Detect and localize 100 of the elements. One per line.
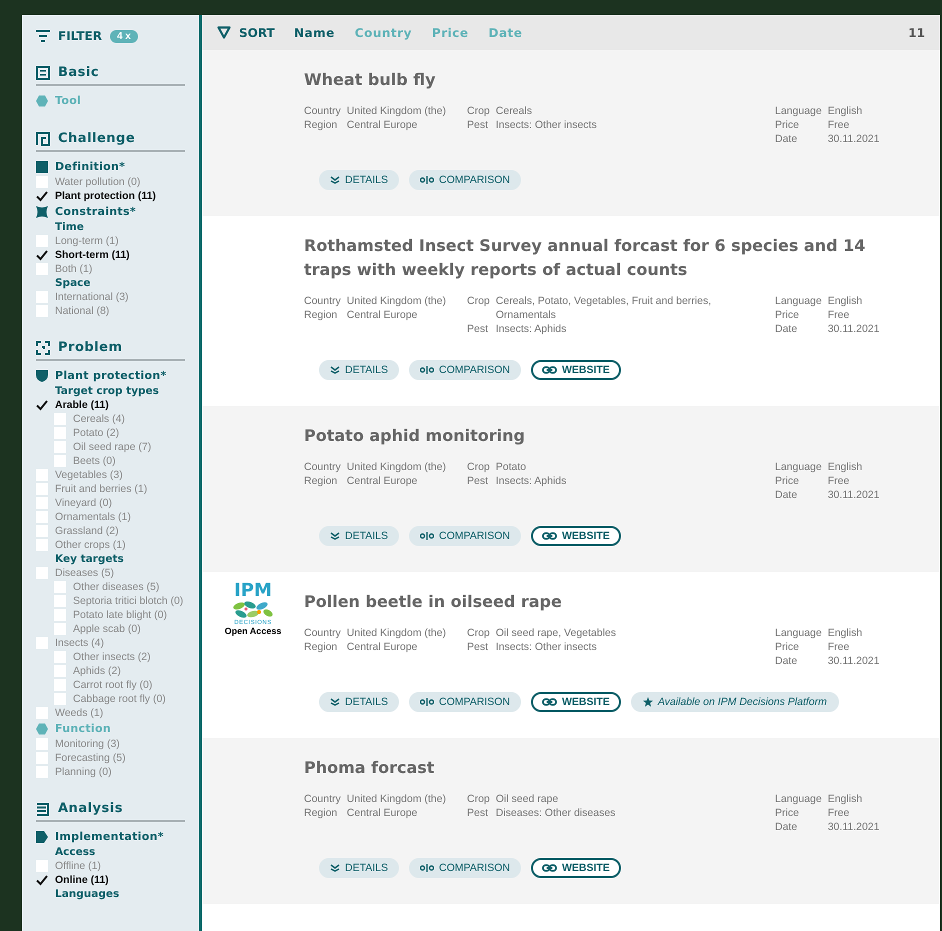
- category-title[interactable]: Implementation*: [55, 830, 164, 843]
- checkbox[interactable]: [36, 176, 48, 188]
- sort-option[interactable]: Name: [294, 26, 335, 40]
- filter-option[interactable]: Online (11): [55, 873, 109, 887]
- checkbox[interactable]: [36, 305, 48, 317]
- filter-option[interactable]: Offline (1): [55, 859, 101, 873]
- sort-option[interactable]: Price: [432, 26, 468, 40]
- filter-option[interactable]: Monitoring (3): [55, 737, 120, 751]
- checkbox[interactable]: [36, 752, 48, 764]
- checkbox[interactable]: [54, 609, 66, 621]
- website-button[interactable]: WEBSITE: [530, 526, 621, 546]
- details-button[interactable]: DETAILS: [319, 170, 399, 190]
- checkbox[interactable]: [36, 567, 48, 579]
- details-button[interactable]: DETAILS: [319, 526, 399, 546]
- checkbox[interactable]: [36, 497, 48, 509]
- filter-option[interactable]: Fruit and berries (1): [55, 482, 148, 496]
- checkbox[interactable]: [54, 455, 66, 467]
- filter-option[interactable]: Ornamentals (1): [55, 510, 131, 524]
- checkbox[interactable]: [36, 263, 48, 275]
- filter-option[interactable]: National (8): [55, 304, 110, 318]
- checkbox[interactable]: [36, 469, 48, 481]
- filter-option[interactable]: Vineyard (0): [55, 496, 112, 510]
- filter-option[interactable]: Potato late blight (0): [73, 608, 167, 622]
- filter-option[interactable]: Other crops (1): [55, 538, 126, 552]
- details-button[interactable]: DETAILS: [319, 360, 399, 380]
- comparison-button[interactable]: COMPARISON: [408, 692, 521, 712]
- filter-option[interactable]: Grassland (2): [55, 524, 119, 538]
- filter-option[interactable]: Septoria tritici blotch (0): [73, 594, 184, 608]
- website-button[interactable]: WEBSITE: [530, 858, 621, 878]
- filter-option[interactable]: Diseases (5): [55, 566, 114, 580]
- comparison-button[interactable]: COMPARISON: [408, 858, 521, 878]
- website-button[interactable]: WEBSITE: [530, 360, 621, 380]
- checkbox[interactable]: [36, 190, 48, 202]
- checkbox[interactable]: [54, 413, 66, 425]
- filter-option[interactable]: Apple scab (0): [73, 622, 141, 636]
- filter-option[interactable]: International (3): [55, 290, 129, 304]
- filter-option[interactable]: Short-term (11): [55, 248, 130, 262]
- section-title[interactable]: Challenge: [58, 131, 136, 146]
- filter-option[interactable]: Other insects (2): [73, 650, 151, 664]
- filter-option[interactable]: Cereals (4): [73, 412, 125, 426]
- filter-option[interactable]: Oil seed rape (7): [73, 440, 152, 454]
- filter-option[interactable]: Long-term (1): [55, 234, 119, 248]
- checkbox[interactable]: [36, 483, 48, 495]
- checkbox[interactable]: [54, 679, 66, 691]
- filter-option[interactable]: Both (1): [55, 262, 92, 276]
- checkbox[interactable]: [54, 651, 66, 663]
- checkbox[interactable]: [36, 637, 48, 649]
- filter-icon[interactable]: [36, 30, 50, 42]
- checkbox[interactable]: [36, 707, 48, 719]
- checkbox[interactable]: [36, 399, 48, 411]
- platform-link[interactable]: Available on IPM Decisions Platform: [630, 692, 839, 712]
- checkbox[interactable]: [36, 874, 48, 886]
- checkbox[interactable]: [54, 693, 66, 705]
- category-title[interactable]: Definition*: [55, 160, 126, 173]
- checkbox[interactable]: [54, 595, 66, 607]
- section-title[interactable]: Basic: [58, 65, 100, 80]
- checkbox[interactable]: [54, 427, 66, 439]
- section-title[interactable]: Problem: [58, 340, 122, 355]
- details-button[interactable]: DETAILS: [319, 858, 399, 878]
- category-title[interactable]: Constraints*: [55, 205, 136, 218]
- filter-option[interactable]: Plant protection (11): [55, 189, 156, 203]
- filter-option[interactable]: Insects (4): [55, 636, 104, 650]
- comparison-button[interactable]: COMPARISON: [408, 360, 521, 380]
- checkbox[interactable]: [36, 525, 48, 537]
- checkbox[interactable]: [54, 441, 66, 453]
- result-title[interactable]: Rothamsted Insect Survey annual forcast for 6 species and 14 traps with weekly reports of actual counts: [304, 234, 925, 282]
- filter-option[interactable]: Potato (2): [73, 426, 120, 440]
- checkbox[interactable]: [36, 291, 48, 303]
- checkbox[interactable]: [36, 249, 48, 261]
- checkbox[interactable]: [36, 539, 48, 551]
- checkbox[interactable]: [36, 235, 48, 247]
- result-title[interactable]: Pollen beetle in oilseed rape: [304, 590, 925, 614]
- checkbox[interactable]: [54, 665, 66, 677]
- filter-option[interactable]: Vegetables (3): [55, 468, 123, 482]
- filter-option[interactable]: Beets (0): [73, 454, 116, 468]
- category-title[interactable]: Tool: [55, 94, 82, 107]
- comparison-button[interactable]: COMPARISON: [408, 526, 521, 546]
- filter-option[interactable]: Arable (11): [55, 398, 109, 412]
- section-title[interactable]: Analysis: [58, 801, 123, 816]
- website-button[interactable]: WEBSITE: [530, 692, 621, 712]
- checkbox[interactable]: [54, 581, 66, 593]
- filter-option[interactable]: Weeds (1): [55, 706, 104, 720]
- checkbox[interactable]: [36, 738, 48, 750]
- checkbox[interactable]: [36, 511, 48, 523]
- checkbox[interactable]: [54, 623, 66, 635]
- details-button[interactable]: DETAILS: [319, 692, 399, 712]
- filter-option[interactable]: Water pollution (0): [55, 175, 140, 189]
- filter-option[interactable]: Carrot root fly (0): [73, 678, 152, 692]
- sort-option[interactable]: Country: [354, 26, 412, 40]
- filter-option[interactable]: Aphids (2): [73, 664, 121, 678]
- result-title[interactable]: Potato aphid monitoring: [304, 424, 925, 448]
- filter-option[interactable]: Other diseases (5): [73, 580, 160, 594]
- category-title[interactable]: Function: [55, 722, 111, 735]
- filter-option[interactable]: Cabbage root fly (0): [73, 692, 166, 706]
- comparison-button[interactable]: COMPARISON: [408, 170, 521, 190]
- result-title[interactable]: Wheat bulb fly: [304, 68, 925, 92]
- result-title[interactable]: Phoma forcast: [304, 756, 925, 780]
- sort-option[interactable]: Date: [488, 26, 522, 40]
- category-title[interactable]: Plant protection*: [55, 369, 167, 382]
- checkbox[interactable]: [36, 766, 48, 778]
